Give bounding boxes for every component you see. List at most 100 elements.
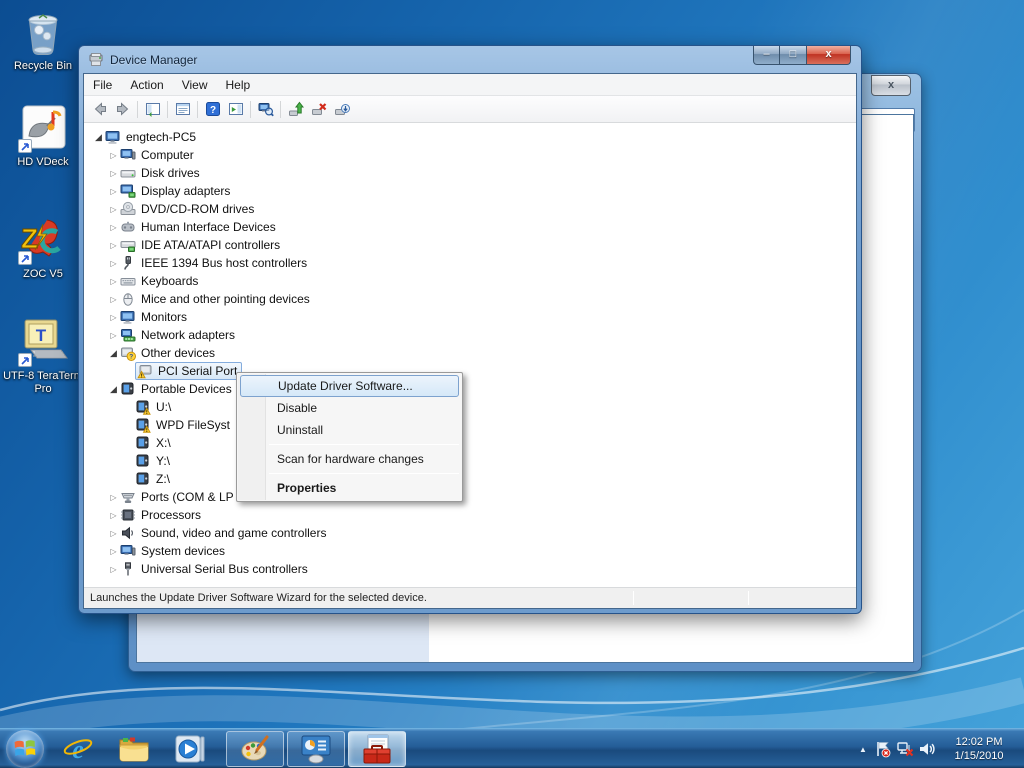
expand-arrow-icon[interactable]: ▷ bbox=[107, 205, 120, 214]
tree-item[interactable]: ▷IDE ATA/ATAPI controllers bbox=[84, 236, 856, 254]
menu-item-uninstall[interactable]: Uninstall bbox=[238, 419, 461, 441]
menu-separator bbox=[269, 473, 459, 474]
collapse-arrow-icon[interactable]: ◢ bbox=[92, 132, 105, 143]
network-error-icon[interactable] bbox=[894, 737, 916, 761]
expand-arrow-icon[interactable]: ▷ bbox=[107, 565, 120, 574]
tree-item-label: Other devices bbox=[138, 346, 218, 360]
monitor-icon bbox=[120, 309, 138, 325]
tree-item[interactable]: ▷Processors bbox=[84, 506, 856, 524]
expand-arrow-icon[interactable]: ▷ bbox=[107, 331, 120, 340]
tree-item[interactable]: ▷System devices bbox=[84, 542, 856, 560]
expand-arrow-icon[interactable]: ▷ bbox=[107, 151, 120, 160]
tree-item[interactable]: ▷Mice and other pointing devices bbox=[84, 290, 856, 308]
tree-item[interactable]: WPD FileSyst bbox=[84, 416, 856, 434]
paint-taskbar-button[interactable] bbox=[226, 731, 284, 767]
device-manager-titlebar[interactable]: Device Manager bbox=[79, 46, 861, 73]
tree-item[interactable]: ◢engtech-PC5 bbox=[84, 128, 856, 146]
menu-item-scan-hardware[interactable]: Scan for hardware changes bbox=[238, 448, 461, 470]
tree-item[interactable]: ▷Ports (COM & LP bbox=[84, 488, 856, 506]
expand-arrow-icon[interactable]: ▷ bbox=[107, 277, 120, 286]
expand-arrow-icon[interactable]: ▷ bbox=[107, 241, 120, 250]
uninstall-device-icon bbox=[311, 101, 327, 117]
svg-text:T: T bbox=[36, 326, 47, 345]
desktop-icon-hd-vdeck[interactable]: HD VDeck bbox=[0, 102, 86, 169]
expand-arrow-icon[interactable]: ▷ bbox=[107, 493, 120, 502]
scan-computer-button[interactable] bbox=[254, 98, 277, 121]
paint-icon bbox=[239, 733, 271, 765]
volume-icon[interactable] bbox=[916, 737, 938, 761]
expand-arrow-icon[interactable]: ▷ bbox=[107, 187, 120, 196]
tree-item[interactable]: ▷DVD/CD-ROM drives bbox=[84, 200, 856, 218]
minimize-button[interactable]: – bbox=[753, 46, 780, 65]
background-window-close-button[interactable]: x bbox=[871, 75, 911, 96]
tree-item[interactable]: U:\ bbox=[84, 398, 856, 416]
device-manager-taskbar-button[interactable] bbox=[348, 731, 406, 767]
menu-action[interactable]: Action bbox=[121, 75, 172, 95]
expand-arrow-icon[interactable]: ▷ bbox=[107, 313, 120, 322]
collapse-arrow-icon[interactable]: ◢ bbox=[107, 348, 120, 359]
tree-item[interactable]: ▷Sound, video and game controllers bbox=[84, 524, 856, 542]
device-manager-window: Device Manager – □ x File Action View He… bbox=[78, 45, 862, 614]
close-button[interactable]: x bbox=[807, 46, 851, 65]
desktop-icon-teraterm[interactable]: T UTF-8 TeraTerm Pro bbox=[0, 316, 86, 396]
windows-explorer-taskbar-icon[interactable] bbox=[112, 730, 156, 768]
media-player-taskbar-icon[interactable] bbox=[168, 730, 212, 768]
desktop-icon-zoc-v5[interactable]: Z ZOC V5 bbox=[0, 214, 86, 281]
disk-drive-icon bbox=[120, 165, 138, 181]
tree-item[interactable]: ▷Display adapters bbox=[84, 182, 856, 200]
toolbar-separator bbox=[197, 101, 198, 118]
tree-item[interactable]: ▷Universal Serial Bus controllers bbox=[84, 560, 856, 578]
taskbar-clock[interactable]: 12:02 PM 1/15/2010 bbox=[942, 735, 1016, 763]
properties-button[interactable] bbox=[171, 98, 194, 121]
desktop-icon-recycle-bin[interactable]: Recycle Bin bbox=[0, 6, 86, 73]
show-hidden-icons-button[interactable]: ▲ bbox=[854, 745, 872, 754]
tree-item[interactable]: ▷Human Interface Devices bbox=[84, 218, 856, 236]
scan-hardware-button[interactable] bbox=[330, 98, 353, 121]
tree-item[interactable]: ◢Portable Devices bbox=[84, 380, 856, 398]
taskbar: e bbox=[0, 728, 1024, 768]
expand-arrow-icon[interactable]: ▷ bbox=[107, 295, 120, 304]
tree-item[interactable]: ◢?Other devices bbox=[84, 344, 856, 362]
expand-arrow-icon[interactable]: ▷ bbox=[107, 259, 120, 268]
tree-item[interactable]: ▷Disk drives bbox=[84, 164, 856, 182]
collapse-arrow-icon[interactable]: ◢ bbox=[107, 384, 120, 395]
tree-item[interactable]: ▷Computer bbox=[84, 146, 856, 164]
update-driver-button[interactable] bbox=[284, 98, 307, 121]
menu-help[interactable]: Help bbox=[217, 75, 260, 95]
tree-item[interactable]: Z:\ bbox=[84, 470, 856, 488]
tree-item[interactable]: ▷Monitors bbox=[84, 308, 856, 326]
uninstall-device-button[interactable] bbox=[307, 98, 330, 121]
start-button[interactable] bbox=[6, 730, 44, 768]
menu-file[interactable]: File bbox=[84, 75, 121, 95]
control-panel-taskbar-button[interactable] bbox=[287, 731, 345, 767]
internet-explorer-taskbar-icon[interactable]: e bbox=[56, 730, 100, 768]
menu-view[interactable]: View bbox=[173, 75, 217, 95]
expand-arrow-icon[interactable]: ▷ bbox=[107, 169, 120, 178]
tree-item[interactable]: X:\ bbox=[84, 434, 856, 452]
back-button[interactable] bbox=[88, 98, 111, 121]
menu-item-disable[interactable]: Disable bbox=[238, 397, 461, 419]
tree-item[interactable]: PCI Serial Port bbox=[84, 362, 856, 380]
clock-date: 1/15/2010 bbox=[942, 749, 1016, 763]
action-pane-button[interactable] bbox=[224, 98, 247, 121]
shortcut-arrow-icon bbox=[18, 353, 32, 367]
expand-arrow-icon[interactable]: ▷ bbox=[107, 529, 120, 538]
hd-vdeck-icon bbox=[17, 102, 69, 154]
expand-arrow-icon[interactable]: ▷ bbox=[107, 223, 120, 232]
show-console-tree-button[interactable] bbox=[141, 98, 164, 121]
desktop-icon-label: HD VDeck bbox=[0, 156, 86, 169]
forward-button[interactable] bbox=[111, 98, 134, 121]
action-center-flag-icon[interactable] bbox=[872, 737, 894, 761]
tree-item[interactable]: ▷IEEE 1394 Bus host controllers bbox=[84, 254, 856, 272]
maximize-button[interactable]: □ bbox=[780, 46, 807, 65]
menu-item-update-driver[interactable]: Update Driver Software... bbox=[240, 375, 459, 397]
tree-item[interactable]: ▷Network adapters bbox=[84, 326, 856, 344]
scan-computer-icon bbox=[258, 101, 274, 117]
pc-icon bbox=[105, 129, 123, 145]
expand-arrow-icon[interactable]: ▷ bbox=[107, 511, 120, 520]
expand-arrow-icon[interactable]: ▷ bbox=[107, 547, 120, 556]
help-button[interactable]: ? bbox=[201, 98, 224, 121]
tree-item[interactable]: ▷Keyboards bbox=[84, 272, 856, 290]
menu-item-properties[interactable]: Properties bbox=[238, 477, 461, 499]
tree-item[interactable]: Y:\ bbox=[84, 452, 856, 470]
